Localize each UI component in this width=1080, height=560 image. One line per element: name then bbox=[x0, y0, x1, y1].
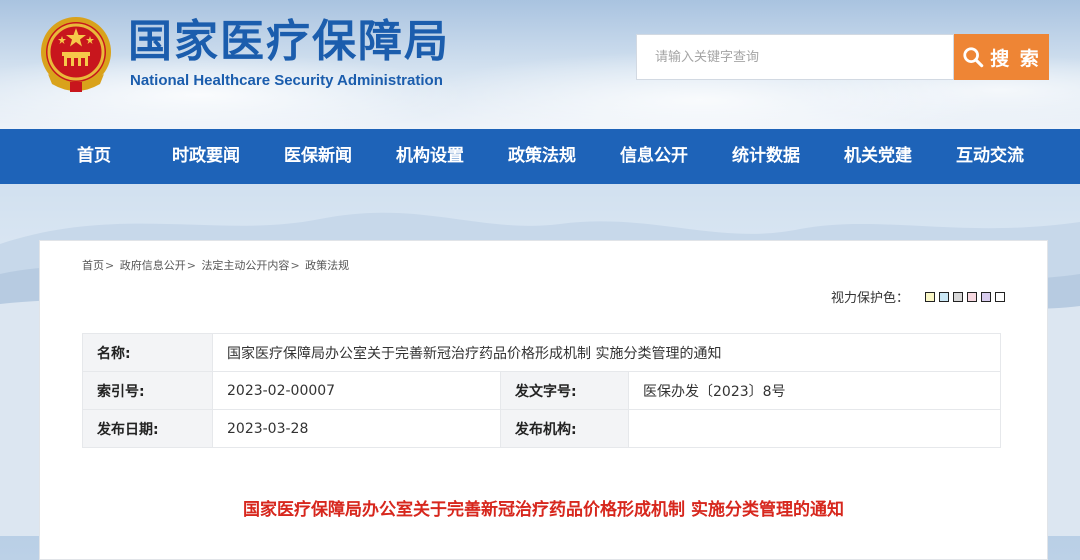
nav-item-party[interactable]: 机关党建 bbox=[844, 129, 912, 184]
doc-number-label: 发文字号: bbox=[500, 371, 629, 410]
document-info-table: 名称: 国家医疗保障局办公室关于完善新冠治疗药品价格形成机制 实施分类管理的通知… bbox=[82, 333, 1001, 448]
index-label: 索引号: bbox=[82, 371, 213, 410]
name-label: 名称: bbox=[82, 333, 213, 372]
content-card: 首页> 政府信息公开> 法定主动公开内容> 政策法规 视力保护色： 名称: 国家… bbox=[39, 240, 1048, 560]
search-icon bbox=[963, 47, 984, 68]
swatch-pink[interactable] bbox=[967, 291, 977, 302]
table-row: 索引号: 2023-02-00007 发文字号: 医保办发〔2023〕8号 bbox=[82, 371, 1001, 410]
breadcrumb-mandatory-disclosure[interactable]: 法定主动公开内容 bbox=[201, 259, 289, 272]
search-button[interactable]: 搜 索 bbox=[954, 34, 1049, 80]
breadcrumb-home[interactable]: 首页 bbox=[82, 259, 104, 272]
table-row: 发布日期: 2023-03-28 发布机构: bbox=[82, 409, 1001, 448]
search-input[interactable] bbox=[636, 34, 954, 80]
breadcrumb: 首页> 政府信息公开> 法定主动公开内容> 政策法规 bbox=[82, 259, 350, 272]
issuer-label: 发布机构: bbox=[500, 409, 629, 448]
swatch-blue[interactable] bbox=[939, 291, 949, 302]
notice-title: 国家医疗保障局办公室关于完善新冠治疗药品价格形成机制 实施分类管理的通知 bbox=[243, 500, 844, 520]
issuer-value bbox=[628, 409, 1001, 448]
nav-item-organization[interactable]: 机构设置 bbox=[396, 129, 464, 184]
site-title[interactable]: 国家医疗保障局 bbox=[128, 14, 450, 70]
eye-protection-colors: 视力保护色： bbox=[831, 287, 1005, 306]
swatch-gray[interactable] bbox=[953, 291, 963, 302]
site-subtitle: National Healthcare Security Administrat… bbox=[130, 72, 443, 89]
publish-date-value: 2023-03-28 bbox=[212, 409, 501, 448]
publish-date-label: 发布日期: bbox=[82, 409, 213, 448]
nav-item-medical-news[interactable]: 医保新闻 bbox=[284, 129, 352, 184]
index-value: 2023-02-00007 bbox=[212, 371, 501, 410]
swatch-yellow[interactable] bbox=[925, 291, 935, 302]
nav-item-disclosure[interactable]: 信息公开 bbox=[620, 129, 688, 184]
nav-item-interaction[interactable]: 互动交流 bbox=[956, 129, 1024, 184]
national-emblem-icon[interactable] bbox=[38, 14, 114, 94]
doc-number-value: 医保办发〔2023〕8号 bbox=[628, 371, 1001, 410]
nav-item-home[interactable]: 首页 bbox=[77, 129, 111, 184]
nav-item-news[interactable]: 时政要闻 bbox=[172, 129, 240, 184]
nav-item-policies[interactable]: 政策法规 bbox=[508, 129, 576, 184]
site-header: 国家医疗保障局 National Healthcare Security Adm… bbox=[0, 0, 1080, 129]
name-value: 国家医疗保障局办公室关于完善新冠治疗药品价格形成机制 实施分类管理的通知 bbox=[212, 333, 1001, 372]
nav-item-statistics[interactable]: 统计数据 bbox=[732, 129, 800, 184]
swatch-purple[interactable] bbox=[981, 291, 991, 302]
table-row: 名称: 国家医疗保障局办公室关于完善新冠治疗药品价格形成机制 实施分类管理的通知 bbox=[82, 333, 1001, 372]
search-button-label: 搜 索 bbox=[990, 47, 1041, 70]
eye-protection-label: 视力保护色： bbox=[830, 291, 909, 306]
swatch-white[interactable] bbox=[995, 291, 1005, 302]
breadcrumb-gov-info[interactable]: 政府信息公开 bbox=[120, 259, 186, 272]
breadcrumb-policies[interactable]: 政策法规 bbox=[305, 259, 349, 272]
main-nav: 首页 时政要闻 医保新闻 机构设置 政策法规 信息公开 统计数据 机关党建 互动… bbox=[0, 129, 1080, 184]
